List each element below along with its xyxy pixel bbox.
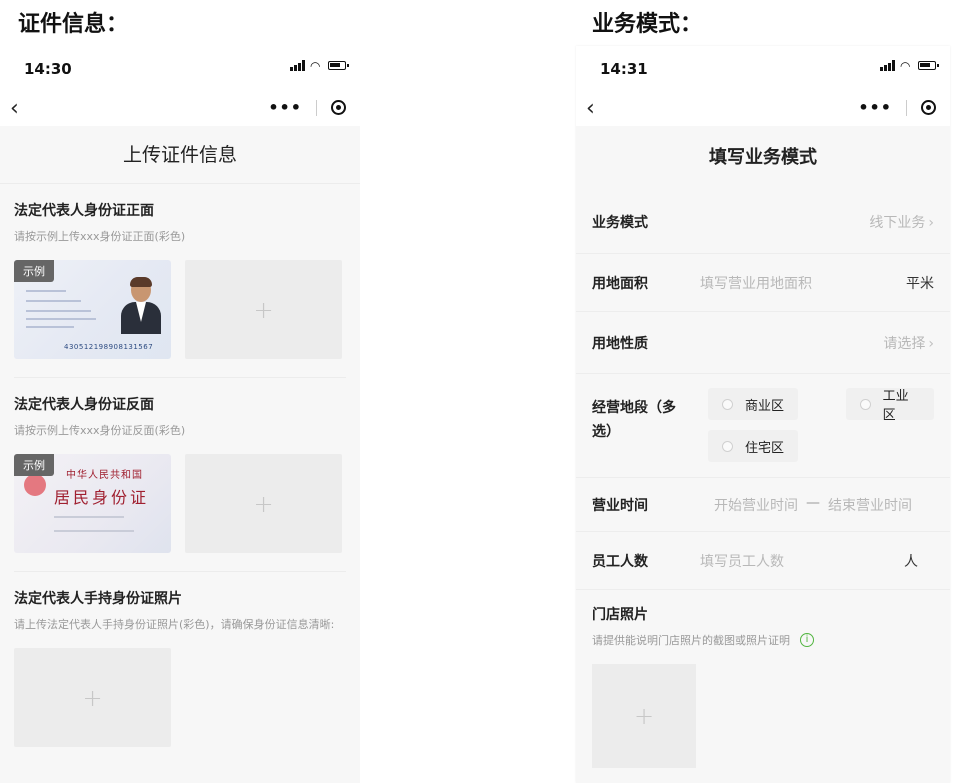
- plus-icon: +: [633, 702, 655, 730]
- id-back-desc: 请按示例上传xxx身份证反面(彩色): [14, 424, 186, 437]
- id-back-sample-image: 示例 中华人民共和国 居民身份证: [14, 454, 171, 553]
- phone-screen-id-upload: 14:30 ◠ ‹ ••• 上传证件信息 法定代表人身份证正面 请按示例上传xx…: [0, 46, 360, 783]
- hours-range: 开始营业时间 — 结束营业时间: [714, 494, 912, 515]
- hours-end-picker[interactable]: 结束营业时间: [828, 495, 912, 515]
- status-time: 14:30: [24, 60, 72, 78]
- section-heading-id-info: 证件信息：: [18, 12, 129, 37]
- close-target-icon[interactable]: [921, 100, 936, 115]
- store-photo-upload-button[interactable]: +: [592, 664, 696, 768]
- id-handheld-desc: 请上传法定代表人手持身份证照片(彩色)，请确保身份证信息清晰:: [14, 618, 335, 631]
- page-title: 上传证件信息: [0, 126, 360, 184]
- card-country-title: 中华人民共和国: [66, 470, 143, 481]
- id-handheld-row: +: [14, 648, 346, 747]
- radio-icon: [860, 398, 871, 410]
- divider: [14, 377, 346, 378]
- system-indicators: ◠: [290, 58, 349, 73]
- id-handheld-upload-button[interactable]: +: [14, 648, 171, 747]
- row-location: 经营地段（多选） 商业区 工业区 住宅区: [576, 374, 950, 478]
- row-staff: 员工人数 填写员工人数 人: [576, 532, 950, 590]
- id-number: 430512198908131567: [64, 343, 154, 351]
- back-icon[interactable]: ‹: [10, 96, 19, 121]
- row-business-mode[interactable]: 业务模式 线下业务 ›: [576, 190, 950, 254]
- row-land-area: 用地面积 填写营业用地面积 平米: [576, 254, 950, 312]
- plus-icon: +: [82, 683, 103, 712]
- row-land-nature[interactable]: 用地性质 请选择 ›: [576, 312, 950, 374]
- land-area-input[interactable]: 填写营业用地面积: [700, 273, 906, 293]
- status-bar: 14:31 ◠: [576, 46, 950, 92]
- status-bar: 14:30 ◠: [0, 46, 360, 92]
- land-nature-label: 用地性质: [592, 335, 648, 352]
- land-area-unit: 平米: [906, 275, 934, 292]
- id-back-upload-button[interactable]: +: [185, 454, 342, 553]
- wifi-icon: ◠: [900, 58, 911, 73]
- id-handheld-title: 法定代表人手持身份证照片: [14, 591, 182, 607]
- staff-label: 员工人数: [592, 553, 648, 570]
- radio-icon: [722, 440, 733, 452]
- location-option-industrial[interactable]: 工业区: [846, 388, 934, 423]
- card-main-title: 居民身份证: [54, 488, 150, 507]
- location-label: 经营地段（多选）: [592, 400, 676, 440]
- more-icon[interactable]: •••: [268, 98, 302, 117]
- signal-icon: [880, 60, 895, 71]
- sample-tag: 示例: [14, 454, 54, 476]
- id-front-desc: 请按示例上传xxx身份证正面(彩色): [14, 230, 186, 243]
- id-front-title: 法定代表人身份证正面: [14, 203, 154, 219]
- location-options: 商业区 工业区 住宅区: [708, 388, 934, 466]
- more-icon[interactable]: •••: [858, 98, 892, 117]
- hours-start-picker[interactable]: 开始营业时间: [714, 495, 798, 515]
- row-hours: 营业时间 开始营业时间 — 结束营业时间: [576, 478, 950, 532]
- hours-label: 营业时间: [592, 497, 648, 514]
- portrait-icon: [121, 277, 161, 334]
- capsule-divider: [316, 99, 317, 116]
- staff-unit: 人: [904, 553, 918, 570]
- location-option-residential[interactable]: 住宅区: [708, 430, 798, 462]
- id-back-row: 示例 中华人民共和国 居民身份证 +: [14, 454, 346, 553]
- battery-icon: [328, 61, 349, 70]
- nav-bar: ‹ •••: [576, 92, 950, 126]
- phone-screen-business-mode: 14:31 ◠ ‹ ••• 填写业务模式 业务模式 线下业务 › 用地面积 填写营…: [576, 46, 950, 783]
- page-title: 填写业务模式: [709, 147, 817, 168]
- store-photo-title: 门店照片: [592, 607, 648, 623]
- id-front-upload-button[interactable]: +: [185, 260, 342, 359]
- radio-icon: [722, 398, 733, 410]
- id-front-row: 示例 430512198908131567 +: [14, 260, 346, 359]
- divider: [14, 571, 346, 572]
- plus-icon: +: [253, 295, 274, 324]
- section-heading-business-mode: 业务模式：: [592, 12, 703, 37]
- staff-input[interactable]: 填写员工人数: [700, 551, 904, 571]
- id-front-block: 法定代表人身份证正面 请按示例上传xxx身份证正面(彩色) 示例 4305121…: [0, 200, 360, 378]
- sample-tag: 示例: [14, 260, 54, 282]
- system-indicators: ◠: [880, 58, 939, 73]
- mini-program-capsule: •••: [858, 98, 936, 117]
- business-mode-value: 线下业务 ›: [869, 214, 934, 231]
- status-time: 14:31: [600, 60, 648, 78]
- store-photo-desc: 请提供能说明门店照片的截图或照片证明 i: [576, 624, 950, 648]
- land-nature-select: 请选择 ›: [883, 335, 934, 352]
- id-front-sample-image: 示例 430512198908131567: [14, 260, 171, 359]
- signal-icon: [290, 60, 305, 71]
- national-emblem-icon: [24, 474, 46, 496]
- id-back-block: 法定代表人身份证反面 请按示例上传xxx身份证反面(彩色) 示例 中华人民共和国…: [0, 394, 360, 572]
- close-target-icon[interactable]: [331, 100, 346, 115]
- nav-bar: ‹ •••: [0, 92, 360, 126]
- info-icon[interactable]: i: [800, 633, 814, 647]
- land-area-label: 用地面积: [592, 275, 648, 292]
- location-option-commercial[interactable]: 商业区: [708, 388, 798, 420]
- chevron-right-icon: ›: [928, 335, 934, 352]
- id-back-title: 法定代表人身份证反面: [14, 397, 154, 413]
- chevron-right-icon: ›: [928, 214, 934, 231]
- business-mode-label: 业务模式: [592, 214, 648, 231]
- id-handheld-block: 法定代表人手持身份证照片 请上传法定代表人手持身份证照片(彩色)，请确保身份证信…: [0, 588, 360, 747]
- mini-program-capsule: •••: [268, 98, 346, 117]
- battery-icon: [918, 61, 939, 70]
- back-icon[interactable]: ‹: [586, 96, 595, 121]
- plus-icon: +: [253, 489, 274, 518]
- capsule-divider: [906, 99, 907, 116]
- wifi-icon: ◠: [310, 58, 321, 73]
